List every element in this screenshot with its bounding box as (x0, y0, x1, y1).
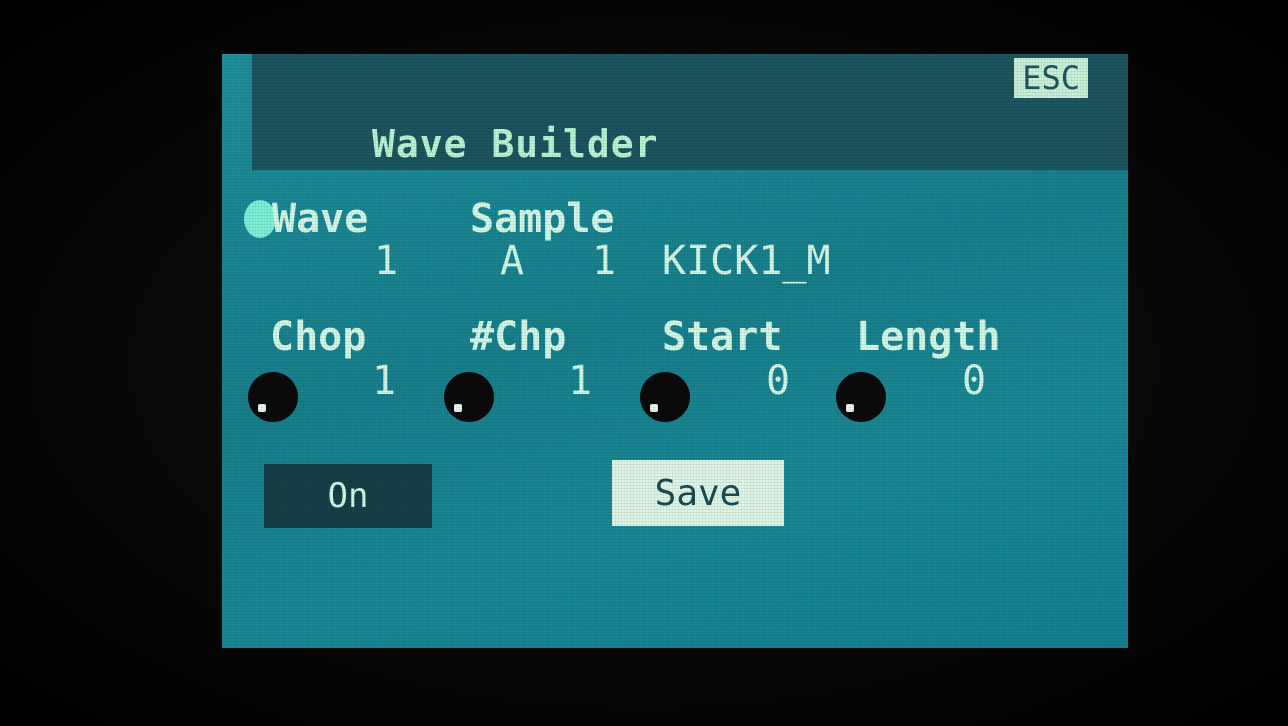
num-chops-value: 1 (568, 358, 593, 404)
wave-value[interactable]: 1 (374, 238, 398, 284)
sample-bank-value[interactable]: A (500, 238, 524, 284)
start-value: 0 (766, 358, 791, 404)
knob-indicator-icon (650, 404, 658, 412)
esc-button[interactable]: ESC (1014, 58, 1088, 98)
chop-value: 1 (372, 358, 397, 404)
lcd-screen: ESC Wave Builder Wave 1 Sample A 1 KICK1… (222, 54, 1128, 648)
length-label: Length (856, 314, 1001, 360)
knob-indicator-icon (846, 404, 854, 412)
page-title: Wave Builder (372, 122, 659, 166)
length-knob[interactable] (836, 372, 886, 422)
num-chops-label: #Chp (470, 314, 567, 360)
on-button[interactable]: On (264, 464, 432, 528)
sample-label: Sample (470, 196, 615, 242)
chop-label: Chop (270, 314, 367, 360)
save-button[interactable]: Save (612, 460, 784, 526)
sample-name-value[interactable]: KICK1_M (662, 238, 831, 284)
num-chops-knob[interactable] (444, 372, 494, 422)
knob-indicator-icon (258, 404, 266, 412)
knob-indicator-icon (454, 404, 462, 412)
length-value: 0 (962, 358, 987, 404)
sample-number-value[interactable]: 1 (592, 238, 616, 284)
start-label: Start (662, 314, 783, 360)
start-knob[interactable] (640, 372, 690, 422)
wave-label: Wave (272, 196, 369, 242)
header-bar: ESC Wave Builder (252, 54, 1128, 170)
chop-knob[interactable] (248, 372, 298, 422)
